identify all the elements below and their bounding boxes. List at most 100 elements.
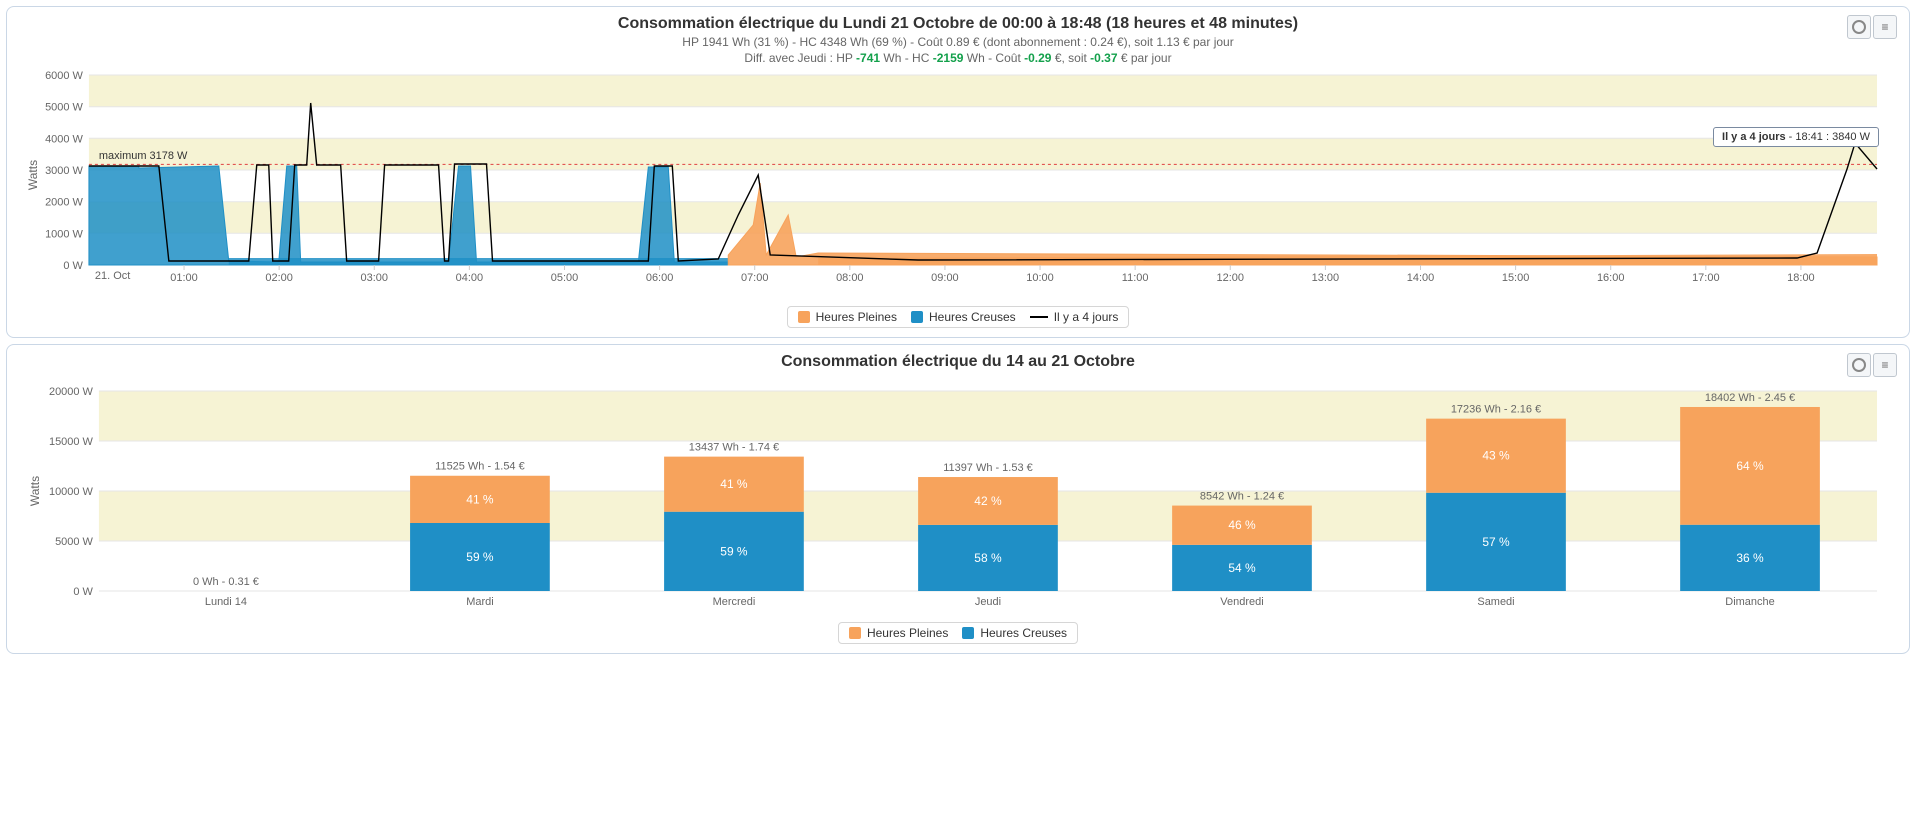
diff-perday: -0.37	[1090, 51, 1117, 65]
max-annotation: maximum 3178 W	[99, 150, 188, 162]
svg-text:10000 W: 10000 W	[49, 486, 94, 498]
legend-item-hc[interactable]: Heures Creuses	[962, 626, 1067, 640]
square-icon	[962, 627, 974, 639]
series-hc-baseline	[229, 258, 728, 265]
svg-text:04:00: 04:00	[456, 272, 483, 284]
svg-text:05:00: 05:00	[551, 272, 578, 284]
svg-text:5000 W: 5000 W	[55, 536, 93, 548]
chart1-title: Consommation électrique du Lundi 21 Octo…	[19, 15, 1897, 33]
chart1-ylabel: Watts	[26, 160, 40, 190]
chart-controls: ≡	[1847, 15, 1897, 39]
svg-text:15:00: 15:00	[1502, 272, 1529, 284]
svg-text:03:00: 03:00	[361, 272, 388, 284]
legend-label: Heures Pleines	[867, 626, 948, 640]
svg-text:Vendredi: Vendredi	[1220, 596, 1263, 608]
legend-label: Heures Creuses	[980, 626, 1067, 640]
svg-text:14:00: 14:00	[1407, 272, 1434, 284]
svg-text:0 Wh - 0.31 €: 0 Wh - 0.31 €	[193, 576, 259, 588]
diff-mid1: Wh - HC	[880, 51, 933, 65]
chart-menu-button[interactable]: ≡	[1873, 15, 1897, 39]
chart2-plot[interactable]: 0 W 5000 W 10000 W 15000 W 20000 W Watts 0 W…	[19, 371, 1897, 616]
svg-text:18402 Wh - 2.45 €: 18402 Wh - 2.45 €	[1705, 392, 1795, 404]
svg-text:20000 W: 20000 W	[49, 386, 94, 398]
chart2-ylabel: Watts	[28, 476, 42, 506]
svg-text:4000 W: 4000 W	[45, 133, 83, 145]
svg-text:41 %: 41 %	[720, 477, 748, 491]
svg-text:17236 Wh - 2.16 €: 17236 Wh - 2.16 €	[1451, 404, 1541, 416]
legend-label: Heures Creuses	[929, 310, 1016, 324]
chart2-title: Consommation électrique du 14 au 21 Octo…	[19, 353, 1897, 371]
svg-text:11:00: 11:00	[1122, 272, 1149, 284]
svg-text:0 W: 0 W	[73, 586, 93, 598]
svg-text:02:00: 02:00	[265, 272, 292, 284]
daily-consumption-panel: ≡ Consommation électrique du Lundi 21 Oc…	[6, 6, 1910, 338]
svg-text:Samedi: Samedi	[1477, 596, 1514, 608]
legend-item-hp[interactable]: Heures Pleines	[849, 626, 948, 640]
chart1-diffline: Diff. avec Jeudi : HP -741 Wh - HC -2159…	[19, 51, 1897, 65]
diff-suffix: € par jour	[1118, 51, 1172, 65]
svg-text:07:00: 07:00	[741, 272, 768, 284]
svg-text:36 %: 36 %	[1736, 551, 1764, 565]
svg-text:41 %: 41 %	[466, 492, 494, 506]
series-reference-line	[89, 103, 1877, 261]
svg-text:2000 W: 2000 W	[45, 197, 83, 209]
svg-text:0 W: 0 W	[63, 260, 83, 272]
diff-prefix: Diff. avec Jeudi : HP	[744, 51, 856, 65]
svg-text:54 %: 54 %	[1228, 561, 1256, 575]
svg-text:11397 Wh - 1.53 €: 11397 Wh - 1.53 €	[943, 462, 1033, 474]
svg-text:15000 W: 15000 W	[49, 436, 94, 448]
svg-text:18:00: 18:00	[1787, 272, 1814, 284]
svg-text:59 %: 59 %	[466, 550, 494, 564]
legend-item-hc[interactable]: Heures Creuses	[911, 310, 1016, 324]
legend-item-hp[interactable]: Heures Pleines	[798, 310, 897, 324]
svg-text:06:00: 06:00	[646, 272, 673, 284]
svg-text:16:00: 16:00	[1597, 272, 1624, 284]
svg-text:13437 Wh - 1.74 €: 13437 Wh - 1.74 €	[689, 442, 779, 454]
svg-text:Jeudi: Jeudi	[975, 596, 1001, 608]
svg-text:12:00: 12:00	[1217, 272, 1244, 284]
svg-text:1000 W: 1000 W	[45, 228, 83, 240]
svg-text:58 %: 58 %	[974, 551, 1002, 565]
chart1-plot[interactable]: 0 W1000 W2000 W3000 W4000 W5000 W6000 W …	[19, 65, 1897, 300]
svg-text:08:00: 08:00	[836, 272, 863, 284]
svg-text:57 %: 57 %	[1482, 535, 1510, 549]
svg-text:01:00: 01:00	[170, 272, 197, 284]
svg-text:Dimanche: Dimanche	[1725, 596, 1774, 608]
chart-menu-button[interactable]: ≡	[1873, 353, 1897, 377]
svg-text:13:00: 13:00	[1312, 272, 1339, 284]
diff-mid2: Wh - Coût	[963, 51, 1024, 65]
svg-text:17:00: 17:00	[1692, 272, 1719, 284]
svg-text:Mardi: Mardi	[466, 596, 493, 608]
svg-text:46 %: 46 %	[1228, 518, 1256, 532]
svg-text:5000 W: 5000 W	[45, 102, 83, 114]
svg-text:59 %: 59 %	[720, 544, 748, 558]
svg-text:8542 Wh - 1.24 €: 8542 Wh - 1.24 €	[1200, 491, 1284, 503]
svg-text:64 %: 64 %	[1736, 459, 1764, 473]
weekly-consumption-panel: ≡ Consommation électrique du 14 au 21 Oc…	[6, 344, 1910, 654]
chart1-legend: Heures Pleines Heures Creuses Il y a 4 j…	[787, 306, 1130, 328]
svg-text:Mercredi: Mercredi	[713, 596, 756, 608]
diff-hc: -2159	[933, 51, 964, 65]
chart-reset-zoom-button[interactable]	[1847, 15, 1871, 39]
svg-text:09:00: 09:00	[931, 272, 958, 284]
svg-text:6000 W: 6000 W	[45, 70, 83, 82]
chart2-legend: Heures Pleines Heures Creuses	[838, 622, 1078, 644]
diff-mid3: €, soit	[1051, 51, 1090, 65]
square-icon	[849, 627, 861, 639]
svg-text:42 %: 42 %	[974, 494, 1002, 508]
diff-hp: -741	[856, 51, 880, 65]
chart1-subtitle: HP 1941 Wh (31 %) - HC 4348 Wh (69 %) - …	[19, 35, 1897, 49]
svg-text:10:00: 10:00	[1026, 272, 1053, 284]
svg-text:11525 Wh - 1.54 €: 11525 Wh - 1.54 €	[435, 461, 525, 473]
square-icon	[798, 311, 810, 323]
legend-label: Heures Pleines	[816, 310, 897, 324]
chart-controls: ≡	[1847, 353, 1897, 377]
square-icon	[911, 311, 923, 323]
svg-text:3000 W: 3000 W	[45, 165, 83, 177]
diff-cost: -0.29	[1024, 51, 1051, 65]
legend-label: Il y a 4 jours	[1054, 310, 1119, 324]
legend-item-ref[interactable]: Il y a 4 jours	[1030, 310, 1119, 324]
svg-text:43 %: 43 %	[1482, 449, 1510, 463]
line-icon	[1030, 316, 1048, 318]
chart-reset-zoom-button[interactable]	[1847, 353, 1871, 377]
